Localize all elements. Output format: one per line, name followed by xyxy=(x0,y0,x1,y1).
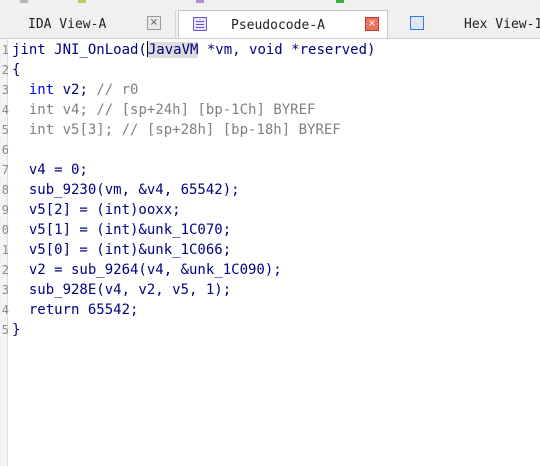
statement: v5[1] = (int)&unk_1C070; xyxy=(28,222,232,238)
tab-ida-view-a[interactable]: IDA View-A × xyxy=(0,10,176,38)
code-line-statement[interactable]: 8 sub_9230(vm, &v4, 65542); xyxy=(2,180,540,200)
highlighted-token[interactable]: JavaVM xyxy=(147,42,199,58)
line-number: 2 xyxy=(1,263,9,277)
return-type: jint xyxy=(12,42,46,58)
comment: // [sp+24h] [bp-1Ch] BYREF xyxy=(96,102,316,118)
code-line-close-brace[interactable]: 5} xyxy=(2,320,540,340)
line-number: 4 xyxy=(1,303,9,317)
code-line-decl-v2[interactable]: 3 int v2; // r0 xyxy=(2,80,540,100)
declaration: v5[3]; xyxy=(54,122,122,138)
tab-label: Pseudocode-A xyxy=(231,18,325,33)
close-icon[interactable]: × xyxy=(365,17,379,31)
line-number: 0 xyxy=(1,223,9,237)
statement: return 65542; xyxy=(28,302,139,318)
legend-swatch-olive xyxy=(78,0,86,3)
tab-label: IDA View-A xyxy=(28,17,107,32)
code-line-open-brace[interactable]: 2{ xyxy=(2,60,540,80)
comment: // [sp+28h] [bp-18h] BYREF xyxy=(121,122,341,138)
line-number: 3 xyxy=(1,83,9,97)
code-line-statement[interactable]: 3 sub_928E(v4, v2, v5, 1); xyxy=(2,280,540,300)
code-line-statement[interactable]: 1 v5[0] = (int)&unk_1C066; xyxy=(2,240,540,260)
code-line-statement[interactable]: 9 v5[2] = (int)ooxx; xyxy=(2,200,540,220)
function-params: *vm, void *reserved) xyxy=(198,42,376,58)
line-number: 7 xyxy=(1,163,9,177)
legend-swatch-gray xyxy=(20,0,28,3)
close-icon[interactable]: × xyxy=(147,16,161,30)
close-brace: } xyxy=(12,322,21,338)
type-keyword: int xyxy=(28,82,55,98)
line-number: 4 xyxy=(1,103,9,117)
code-line-return[interactable]: 4 return 65542; xyxy=(2,300,540,320)
line-number: 3 xyxy=(1,283,9,297)
code-line-statement[interactable]: 7 v4 = 0; xyxy=(2,160,540,180)
legend-swatch-green xyxy=(336,0,344,3)
type-keyword: int xyxy=(28,122,55,138)
pseudocode-icon xyxy=(193,17,207,31)
open-brace: { xyxy=(12,62,21,78)
statement: v5[2] = (int)ooxx; xyxy=(28,202,181,218)
line-number: 2 xyxy=(1,63,9,77)
statement: v4 = 0; xyxy=(28,162,88,178)
type-keyword: int xyxy=(28,102,55,118)
legend-swatch-purple xyxy=(196,0,204,3)
line-number: 8 xyxy=(1,183,9,197)
line-number: 6 xyxy=(1,143,9,157)
declaration: v2; xyxy=(54,82,97,98)
code-line-signature[interactable]: 1 jint JNI_OnLoad(JavaVM *vm, void *reser… xyxy=(2,40,540,60)
line-number: 9 xyxy=(1,203,9,217)
pseudocode-editor[interactable]: 1 jint JNI_OnLoad(JavaVM *vm, void *reser… xyxy=(2,40,540,340)
tab-label: Hex View-1 xyxy=(464,17,540,32)
code-line-decl-v4[interactable]: 4 int v4; // [sp+24h] [bp-1Ch] BYREF xyxy=(2,100,540,120)
line-number: 5 xyxy=(1,123,9,137)
line-number: 5 xyxy=(1,323,9,337)
line-number: 1 xyxy=(1,243,9,257)
code-line-statement[interactable]: 2 v2 = sub_9264(v4, &unk_1C090); xyxy=(2,260,540,280)
line-number: 1 xyxy=(1,43,9,57)
hex-view-icon xyxy=(410,16,424,30)
tab-bar: IDA View-A × Pseudocode-A × Hex View-1 xyxy=(0,6,540,39)
statement: sub_928E(v4, v2, v5, 1); xyxy=(28,282,232,298)
tab-pseudocode-a[interactable]: Pseudocode-A × xyxy=(178,10,388,38)
function-name: JNI_OnLoad( xyxy=(45,42,147,58)
code-line-statement[interactable]: 0 v5[1] = (int)&unk_1C070; xyxy=(2,220,540,240)
statement: v2 = sub_9264(v4, &unk_1C090); xyxy=(28,262,282,278)
comment: // r0 xyxy=(96,82,139,98)
statement: sub_9230(vm, &v4, 65542); xyxy=(28,182,240,198)
declaration: v4; xyxy=(54,102,97,118)
code-line-decl-v5[interactable]: 5 int v5[3]; // [sp+28h] [bp-18h] BYREF xyxy=(2,120,540,140)
tab-hex-view-1[interactable]: Hex View-1 xyxy=(390,10,540,38)
code-line-blank: 6 xyxy=(2,140,540,160)
statement: v5[0] = (int)&unk_1C066; xyxy=(28,242,232,258)
